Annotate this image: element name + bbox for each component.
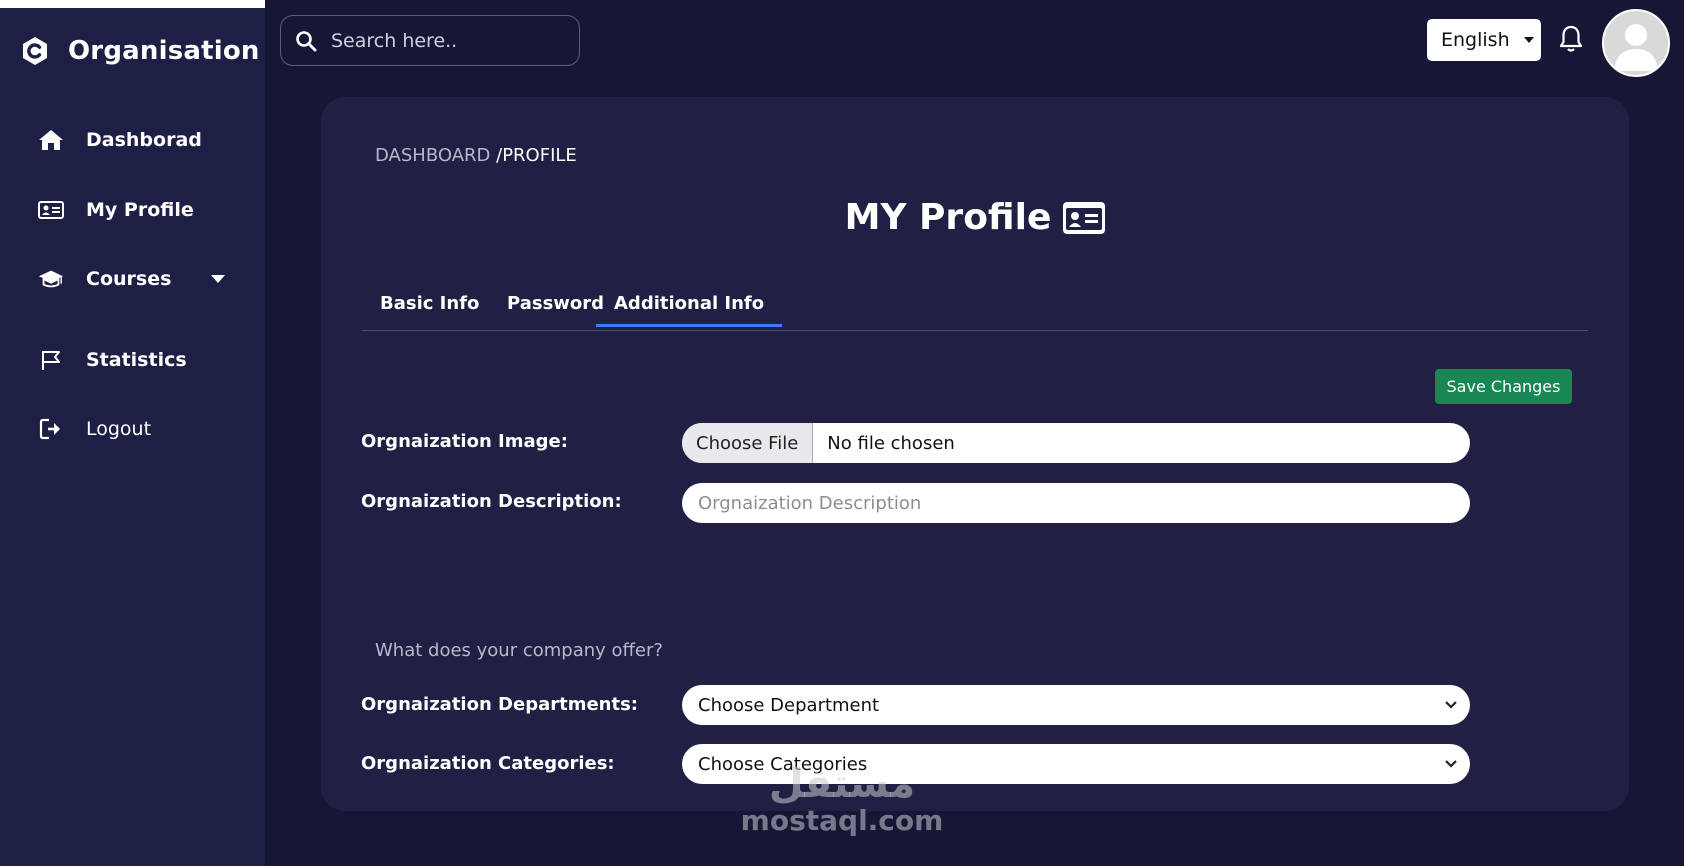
sidebar-item-label: Courses xyxy=(86,268,172,290)
language-select[interactable]: English xyxy=(1427,19,1541,61)
caret-down-icon xyxy=(1523,37,1534,43)
sidebar-item-courses[interactable]: Courses xyxy=(38,266,226,292)
graduation-cap-icon xyxy=(38,266,64,292)
profile-tabs: Basic Info Password Additional Info xyxy=(362,293,1588,331)
breadcrumb-dashboard[interactable]: DASHBOARD xyxy=(375,145,490,166)
profile-card: DASHBOARD /PROFILE MY Profile Basic Info… xyxy=(321,97,1629,811)
sidebar-item-dashboard[interactable]: Dashborad xyxy=(38,127,202,153)
search-input[interactable] xyxy=(329,28,573,53)
org-image-file-input: Choose File No file chosen xyxy=(682,423,1470,463)
breadcrumb: DASHBOARD /PROFILE xyxy=(375,145,577,166)
offer-question: What does your company offer? xyxy=(375,640,663,661)
search-box xyxy=(280,15,580,66)
org-description-input[interactable] xyxy=(682,492,1470,514)
sidebar-item-label: Dashborad xyxy=(86,129,202,151)
breadcrumb-profile: /PROFILE xyxy=(496,145,577,166)
sidebar: Organisation Dashborad My Profile Course… xyxy=(0,0,265,866)
tab-additional-info[interactable]: Additional Info xyxy=(596,293,783,327)
language-label: English xyxy=(1441,29,1510,51)
org-description-field xyxy=(682,483,1470,523)
file-status-text: No file chosen xyxy=(827,432,955,454)
org-departments-select[interactable]: Choose Department xyxy=(682,685,1470,725)
page-title-text: MY Profile xyxy=(844,197,1052,238)
notification-bell-icon[interactable] xyxy=(1558,24,1584,58)
avatar[interactable] xyxy=(1602,9,1670,77)
tab-password[interactable]: Password xyxy=(507,293,604,324)
sidebar-item-label: My Profile xyxy=(86,199,194,221)
search-icon xyxy=(296,30,317,51)
logout-icon xyxy=(38,416,64,442)
org-description-label: Orgnaization Description: xyxy=(361,491,622,512)
watermark-arabic: مستقل xyxy=(768,761,916,807)
page-title: MY Profile xyxy=(321,197,1629,238)
watermark: مستقل mostaql.com xyxy=(740,762,944,836)
id-card-icon xyxy=(1063,201,1106,234)
id-card-icon xyxy=(38,197,64,223)
sidebar-item-label: Logout xyxy=(86,418,152,440)
chevron-down-icon xyxy=(1445,701,1457,709)
sidebar-item-statistics[interactable]: Statistics xyxy=(38,347,187,373)
chevron-down-icon[interactable] xyxy=(211,275,226,283)
org-departments-label: Orgnaization Departments: xyxy=(361,694,638,715)
tab-basic-info[interactable]: Basic Info xyxy=(380,293,479,324)
sidebar-item-logout[interactable]: Logout xyxy=(38,416,151,442)
brand-name: Organisation xyxy=(68,36,260,66)
chevron-down-icon xyxy=(1445,760,1457,768)
save-changes-button[interactable]: Save Changes xyxy=(1435,369,1572,404)
user-silhouette-icon xyxy=(1614,24,1658,71)
org-image-label: Orgnaization Image: xyxy=(361,431,568,452)
sidebar-top-accent xyxy=(0,0,265,8)
brand[interactable]: Organisation xyxy=(20,36,260,66)
brand-logo-icon xyxy=(23,37,47,65)
flag-icon xyxy=(38,347,64,373)
watermark-latin: mostaql.com xyxy=(740,804,944,837)
sidebar-item-label: Statistics xyxy=(86,349,187,371)
home-icon xyxy=(38,127,64,153)
departments-selected-value: Choose Department xyxy=(698,694,880,716)
org-categories-label: Orgnaization Categories: xyxy=(361,753,615,774)
choose-file-button[interactable]: Choose File xyxy=(682,423,814,463)
sidebar-item-my-profile[interactable]: My Profile xyxy=(38,197,194,223)
